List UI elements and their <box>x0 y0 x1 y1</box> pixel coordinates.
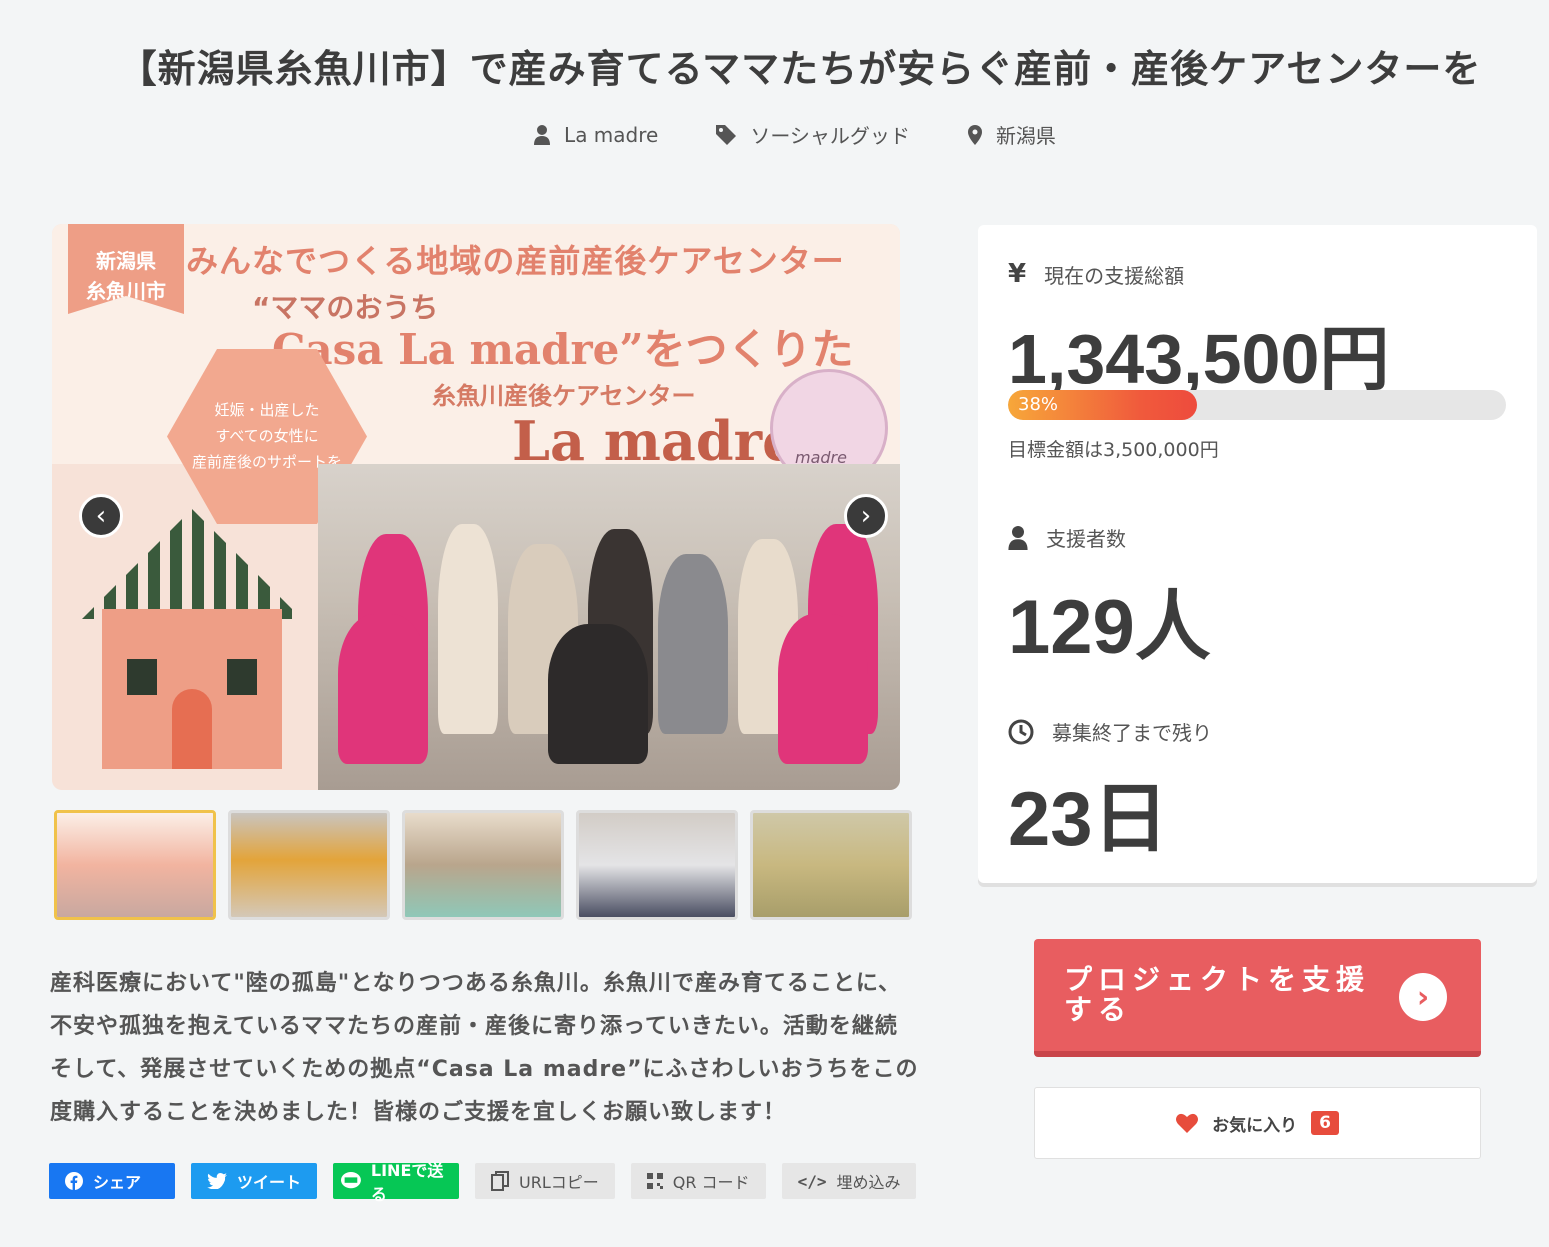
embed-label: 埋め込み <box>836 1173 901 1192</box>
support-project-button[interactable]: プロジェクトを支援する › <box>1034 939 1481 1057</box>
total-amount: 1,343,500円 <box>1008 320 1390 398</box>
group-photo <box>318 464 900 790</box>
favorite-button[interactable]: お気に入り 6 <box>1034 1087 1481 1159</box>
owner-meta[interactable]: La madre <box>534 120 658 149</box>
project-description: 産科医療において"陸の孤島"となりつつある糸魚川。糸魚川で産み育てることに、不安… <box>50 971 919 1125</box>
thumbnail-4[interactable] <box>576 810 738 920</box>
facebook-share-label: シェア <box>93 1173 142 1192</box>
remaining-label: 募集終了まで残り <box>1052 721 1212 745</box>
heart-icon <box>1176 1113 1199 1133</box>
thumbnail-1[interactable] <box>54 810 216 920</box>
embed-button[interactable]: </> 埋め込み <box>781 1163 917 1199</box>
chevron-left-icon: ‹ <box>95 501 107 531</box>
qr-code-label: QR コード <box>672 1173 750 1192</box>
qr-code-button[interactable]: QR コード <box>630 1163 766 1199</box>
funding-progress-bar: 38% <box>1008 390 1506 420</box>
thumbnail-2[interactable] <box>228 810 390 920</box>
house-illustration <box>82 509 302 769</box>
url-copy-button[interactable]: URLコピー <box>475 1163 615 1199</box>
supporters-label: 支援者数 <box>1046 527 1126 551</box>
thumbnail-strip <box>54 810 912 920</box>
facebook-share-button[interactable]: シェア <box>49 1163 175 1199</box>
favorite-count-badge: 6 <box>1311 1111 1339 1135</box>
chevron-right-icon: › <box>1399 973 1447 1021</box>
banner-text: 新潟県 糸魚川市 <box>86 249 166 303</box>
url-copy-label: URLコピー <box>519 1173 599 1192</box>
next-image-button[interactable]: › <box>844 494 888 538</box>
support-button-label: プロジェクトを支援する <box>1064 963 1371 1026</box>
code-icon: </> <box>797 1171 827 1191</box>
location-name: 新潟県 <box>995 124 1056 148</box>
category-name: ソーシャルグッド <box>750 124 910 148</box>
total-label-row: ¥ 現在の支援総額 <box>1008 259 1184 289</box>
goal-text: 目標金額は3,500,000円 <box>1008 439 1219 461</box>
supporters-count: 129人 <box>1008 585 1211 670</box>
line-icon <box>341 1171 361 1189</box>
twitter-icon <box>207 1173 227 1189</box>
share-buttons: シェア ツイート LINEで送る URLコピー QR コード </> 埋め込み <box>49 1161 917 1204</box>
remaining-days: 23日 <box>1008 777 1169 862</box>
map-pin-icon <box>967 124 982 145</box>
project-meta: La madre ソーシャルグッド 新潟県 <box>0 120 1549 149</box>
main-project-image[interactable]: 新潟県 糸魚川市 みんなでつくる地域の産前産後ケアセンター “ママのおうち Ca… <box>52 224 900 790</box>
thumbnail-5[interactable] <box>750 810 912 920</box>
page-title: 【新潟県糸魚川市】で産み育てるママたちが安らぐ産前・産後ケアセンターを <box>118 47 1482 91</box>
favorite-label: お気に入り <box>1212 1115 1298 1136</box>
image-center-label: 糸魚川産後ケアセンター <box>432 382 696 410</box>
copy-icon <box>491 1171 509 1191</box>
line-share-label: LINEで送る <box>370 1161 444 1204</box>
user-icon <box>534 124 551 145</box>
thumbnail-3[interactable] <box>402 810 564 920</box>
category-meta[interactable]: ソーシャルグッド <box>716 120 910 149</box>
supporters-label-row: 支援者数 <box>1008 523 1126 552</box>
funding-panel: ¥ 現在の支援総額 1,343,500円 38% 目標金額は3,500,000円… <box>978 225 1537 883</box>
remaining-label-row: 募集終了まで残り <box>1008 717 1212 746</box>
qr-code-icon <box>646 1173 663 1189</box>
location-meta[interactable]: 新潟県 <box>967 120 1056 149</box>
yen-icon: ¥ <box>1008 259 1027 289</box>
facebook-icon <box>65 1172 83 1190</box>
line-share-button[interactable]: LINEで送る <box>333 1161 459 1204</box>
twitter-share-button[interactable]: ツイート <box>191 1163 317 1199</box>
owner-name: La madre <box>564 122 659 147</box>
progress-fill: 38% <box>1008 390 1198 420</box>
prev-image-button[interactable]: ‹ <box>79 494 123 538</box>
tag-icon <box>716 124 737 145</box>
user-icon <box>1008 525 1028 550</box>
image-headline: みんなでつくる地域の産前産後ケアセンター <box>186 242 845 280</box>
clock-icon <box>1008 719 1034 744</box>
twitter-share-label: ツイート <box>237 1173 302 1192</box>
total-label: 現在の支援総額 <box>1044 263 1185 288</box>
chevron-right-icon: › <box>860 501 872 531</box>
